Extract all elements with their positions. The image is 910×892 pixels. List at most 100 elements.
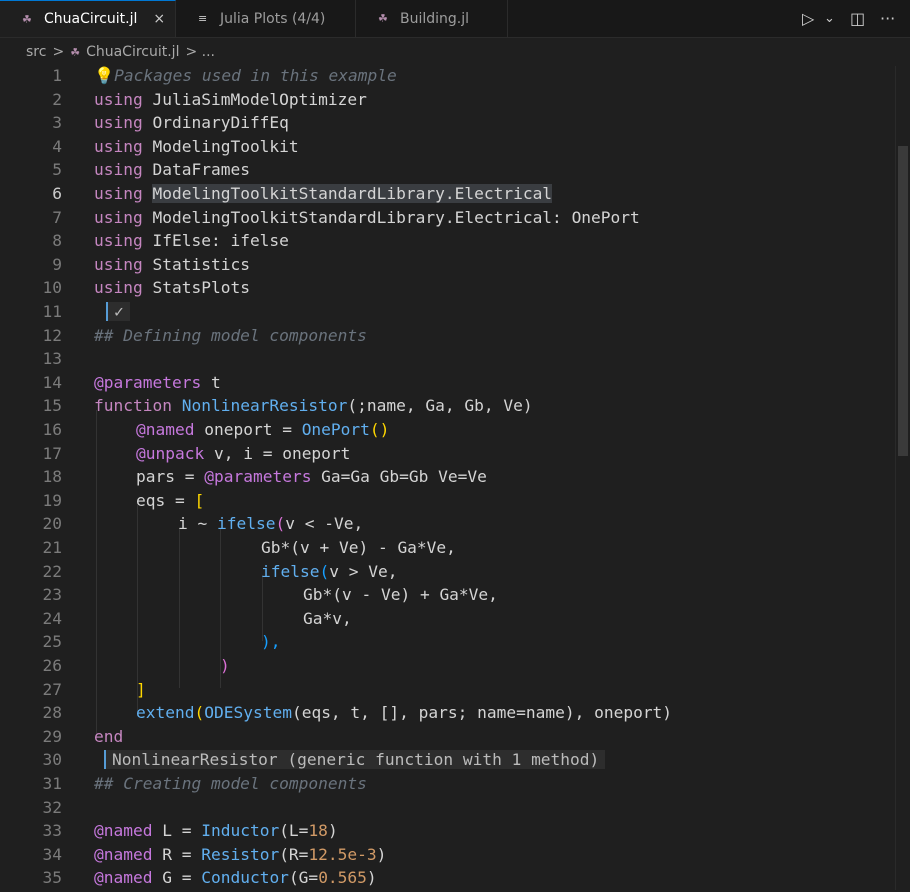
code-text: v > Ve, [329, 561, 398, 581]
selected-text: ModelingToolkitStandardLibrary.Electrica… [152, 184, 553, 203]
comment: ## Creating model components [94, 774, 367, 793]
code-text: ) [376, 844, 387, 864]
breadcrumb-tail[interactable]: > ... [185, 44, 215, 60]
line-number: 22 [42, 561, 63, 581]
bracket: () [369, 420, 390, 439]
line-number: 35 [42, 868, 63, 888]
keyword: using [94, 184, 153, 203]
code-text: ModelingToolkit [152, 136, 299, 156]
line-number: 23 [42, 585, 63, 605]
keyword: using [94, 89, 153, 109]
function-name: ODESystem [204, 703, 292, 723]
line-number: 4 [52, 136, 62, 156]
bracket: ), [261, 632, 281, 652]
code-line: 28 extend(ODESystem(eqs, t, [], pars; nam… [0, 703, 910, 727]
line-number: 18 [42, 467, 63, 487]
code-line: 35 @named G = Conductor(G=0.565) [0, 868, 910, 892]
code-line: 24 Ga*v, [0, 609, 910, 633]
line-number: 13 [42, 349, 63, 369]
code-text: i ~ [178, 514, 217, 534]
code-line: 11 ✓ [0, 302, 910, 326]
macro: @parameters [94, 372, 202, 392]
line-number: 32 [42, 797, 63, 817]
chevron-right-icon: > [52, 44, 65, 60]
code-line: 27] [0, 680, 910, 704]
comment: Packages used in this example [114, 66, 397, 85]
code-line: 23 Gb*(v - Ve) + Ga*Ve, [0, 585, 910, 609]
line-number: 15 [42, 396, 63, 416]
close-icon[interactable]: × [153, 11, 165, 27]
code-text: L = [152, 821, 202, 841]
julia-icon: ☘ [22, 12, 32, 26]
code-line: 17 @unpack v, i = oneport [0, 444, 910, 468]
tab-chuacircuit[interactable]: ☘ ChuaCircuit.jl × [0, 0, 176, 37]
lightbulb-icon[interactable]: 💡 [94, 66, 114, 85]
code-line: 6 using ModelingToolkitStandardLibrary.El… [0, 184, 910, 208]
function-name: extend [136, 703, 195, 723]
keyword: using [94, 113, 153, 133]
code-line: 33 @named L = Inductor(L=18) [0, 821, 910, 845]
keyword: using [94, 278, 153, 298]
line-number: 33 [42, 821, 63, 841]
line-number: 7 [52, 207, 62, 227]
keyword: using [94, 207, 153, 227]
code-text: Statistics [152, 254, 250, 274]
macro: @named [136, 420, 195, 439]
macro: @parameters [204, 467, 312, 487]
code-line: 7 using ModelingToolkitStandardLibrary.El… [0, 208, 910, 232]
macro: @named [94, 868, 153, 888]
code-text: OrdinaryDiffEq [152, 113, 289, 133]
tab-building[interactable]: ☘ Building.jl [356, 0, 508, 37]
tab-label: Building.jl [400, 10, 470, 27]
code-line: 9 using Statistics [0, 255, 910, 279]
code-editor[interactable]: 1 💡Packages used in this example 2 using J… [0, 66, 910, 890]
macro: @unpack [136, 443, 205, 463]
macro: @named [94, 821, 153, 841]
julia-icon: ☘ [378, 12, 388, 25]
code-text: DataFrames [152, 160, 250, 180]
line-number: 6 [52, 184, 62, 203]
split-editor-button[interactable]: ◫ [850, 0, 865, 37]
bracket: [ [194, 490, 205, 510]
code-line: 5 using DataFrames [0, 160, 910, 184]
list-icon: ≡ [198, 12, 208, 25]
code-text: Ga*v, [303, 608, 352, 628]
tab-label: Julia Plots (4/4) [220, 10, 326, 27]
line-number: 21 [42, 538, 63, 557]
code-line: 16 @named oneport = OnePort() [0, 420, 910, 444]
code-text: R = [152, 844, 202, 864]
line-number: 16 [42, 420, 63, 439]
line-number: 27 [42, 679, 63, 699]
code-line: 32 [0, 798, 910, 822]
line-number: 5 [52, 160, 62, 180]
code-text: (R= [279, 844, 309, 864]
number: 0.565 [318, 868, 367, 888]
editor-scrollbar[interactable] [895, 66, 910, 890]
code-line: 31 ## Creating model components [0, 774, 910, 798]
code-line: 14 @parameters t [0, 373, 910, 397]
scrollbar-thumb[interactable] [898, 146, 908, 456]
line-number: 26 [42, 656, 63, 675]
breadcrumb: src > ☘ ChuaCircuit.jl > ... [0, 38, 910, 66]
code-text: t [201, 372, 221, 392]
code-line: 30 NonlinearResistor (generic function wi… [0, 750, 910, 774]
function-name: Resistor [201, 844, 280, 864]
macro: @named [94, 844, 153, 864]
more-actions-button[interactable]: ··· [880, 0, 895, 37]
line-number: 3 [52, 113, 62, 133]
code-text: pars = [136, 467, 205, 487]
breadcrumb-folder[interactable]: src [26, 44, 46, 60]
inline-result: NonlinearResistor (generic function with… [104, 750, 606, 770]
breadcrumb-file[interactable]: ChuaCircuit.jl [86, 44, 179, 60]
code-line: 22 ifelse(v > Ve, [0, 562, 910, 586]
function-name: Conductor [201, 868, 289, 888]
keyword: using [94, 254, 153, 274]
run-dropdown-button[interactable]: ⌄ [824, 0, 835, 37]
code-text: oneport = [194, 420, 302, 439]
line-number: 8 [52, 231, 62, 251]
tab-label: ChuaCircuit.jl [44, 11, 138, 27]
run-button[interactable]: ▷ [802, 0, 814, 37]
code-text: ModelingToolkitStandardLibrary.Electrica… [152, 207, 572, 227]
line-number: 11 [42, 302, 63, 321]
tab-julia-plots[interactable]: ≡ Julia Plots (4/4) [176, 0, 356, 37]
